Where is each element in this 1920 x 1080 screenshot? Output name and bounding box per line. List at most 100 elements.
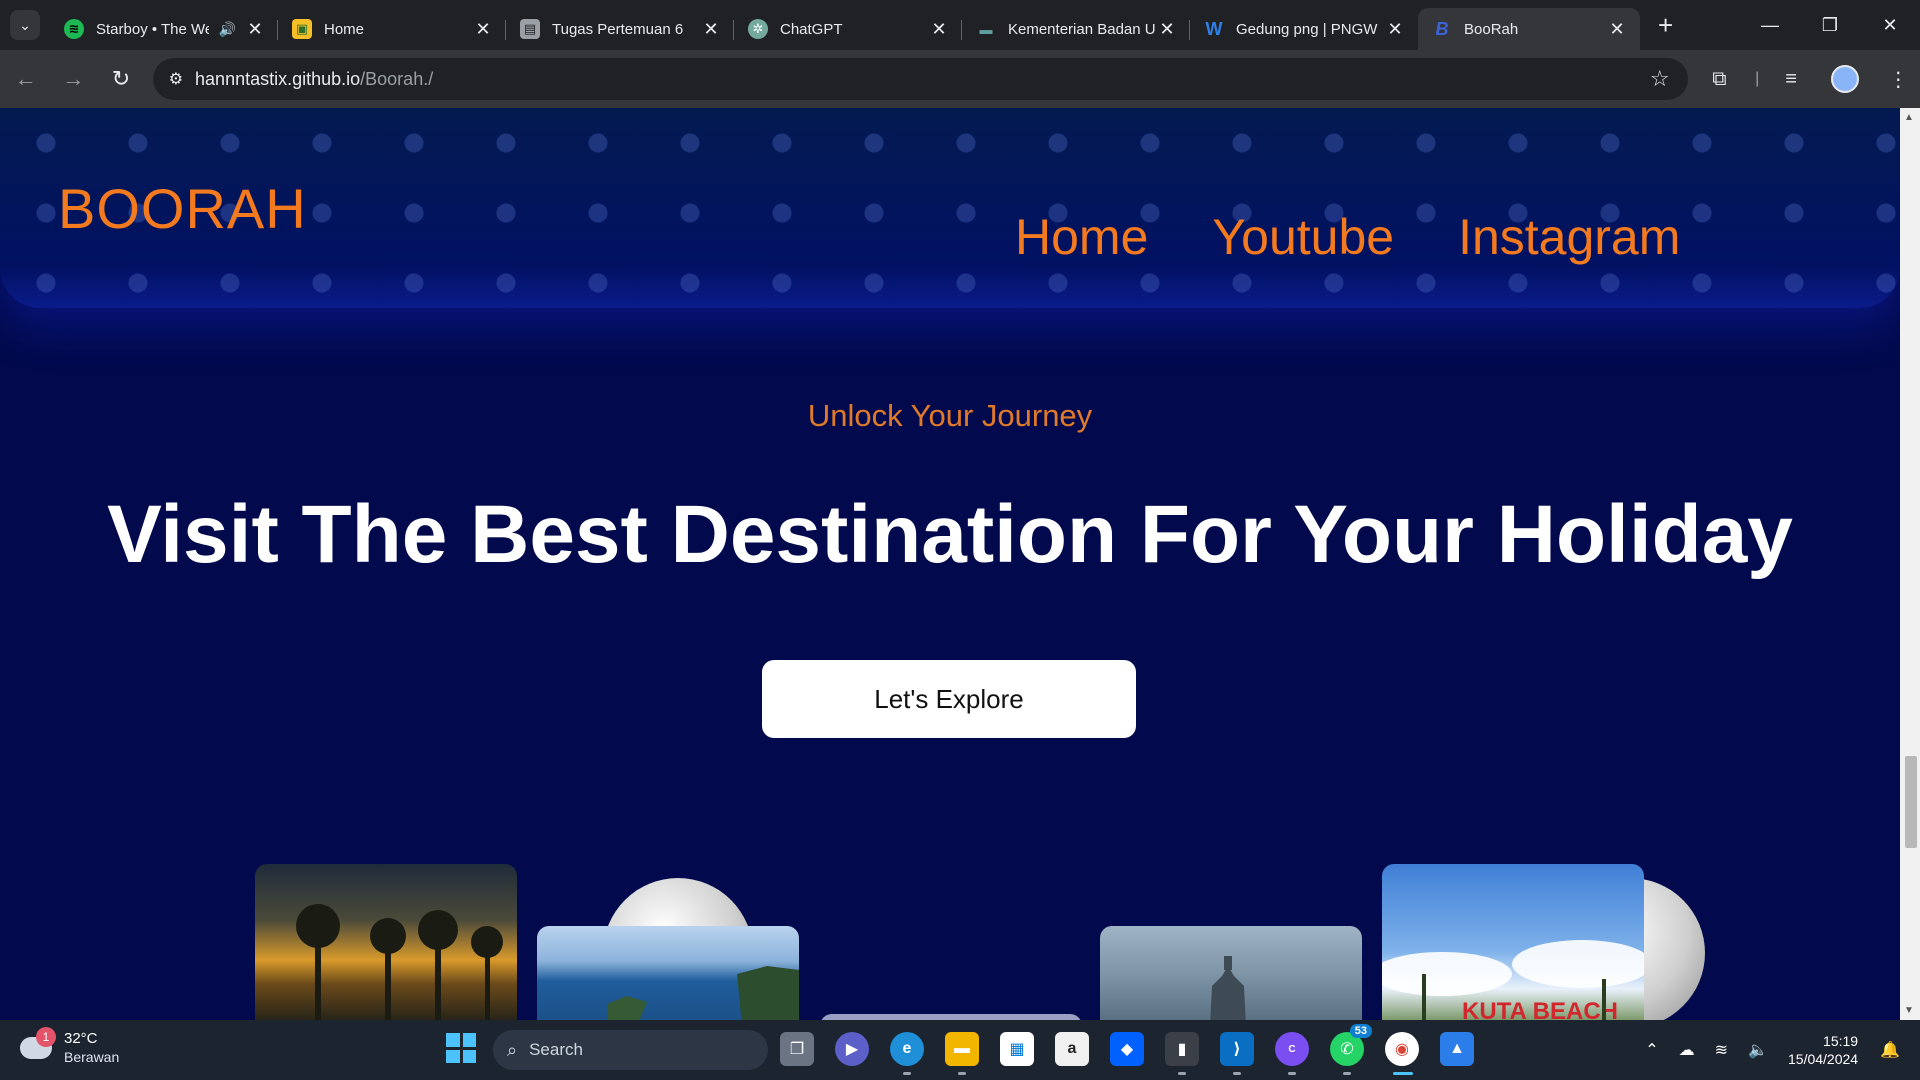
running-indicator	[958, 1072, 966, 1075]
boorah-icon: B	[1435, 18, 1449, 39]
back-icon[interactable]: ←	[4, 57, 48, 101]
nav-home[interactable]: Home	[1015, 208, 1148, 266]
weather-widget[interactable]: 1 32°C Berawan	[20, 1027, 119, 1066]
site-icon: ▬	[979, 21, 993, 37]
menu-kebab-icon[interactable]: ⋮	[1876, 57, 1920, 101]
close-icon[interactable]: ✕	[1608, 19, 1626, 40]
statue-image	[1210, 956, 1246, 1020]
search-icon: ⌕	[507, 1039, 518, 1060]
start-button[interactable]	[446, 1033, 476, 1063]
tab-pngwing[interactable]: W Gedung png | PNGW ✕	[1190, 8, 1418, 50]
destination-card-statue[interactable]	[1100, 926, 1362, 1020]
vscode-icon[interactable]: ⟩	[1220, 1032, 1254, 1066]
running-indicator	[1233, 1072, 1241, 1075]
page-scrollbar[interactable]: ▲ ▼	[1900, 108, 1920, 1020]
notification-bell-icon[interactable]: 🔔	[1880, 1040, 1900, 1060]
clock[interactable]: 15:19 15/04/2024	[1788, 1032, 1858, 1068]
onedrive-icon[interactable]: ☁	[1679, 1040, 1695, 1060]
close-icon[interactable]: ✕	[246, 19, 264, 40]
site-header: BOORAH Home Youtube Instagram	[0, 108, 1900, 308]
page-viewport: BOORAH Home Youtube Instagram Unlock You…	[0, 108, 1900, 1020]
wifi-icon[interactable]: ≋	[1715, 1040, 1728, 1060]
running-indicator	[1178, 1072, 1186, 1075]
tab-boorah[interactable]: B BooRah ✕	[1418, 8, 1640, 50]
brand-logo[interactable]: BOORAH	[58, 176, 307, 241]
tab-title: Home	[324, 20, 365, 38]
svg-text:KUTA BEACH: KUTA BEACH	[1462, 998, 1618, 1020]
main-nav: Home Youtube Instagram	[1015, 208, 1744, 266]
tab-search-button[interactable]: ⌄	[10, 10, 40, 40]
new-tab-button[interactable]: +	[1658, 10, 1673, 41]
url-path: /Boorah./	[360, 68, 434, 89]
close-icon[interactable]: ✕	[1386, 19, 1404, 40]
edge-icon[interactable]: e	[890, 1032, 924, 1066]
tab-chatgpt[interactable]: ✲ ChatGPT ✕	[734, 8, 962, 50]
active-indicator	[1393, 1072, 1413, 1075]
hero-title: Visit The Best Destination For Your Holi…	[107, 489, 1793, 580]
whatsapp-badge: 53	[1349, 1024, 1372, 1038]
clock-date: 15/04/2024	[1788, 1051, 1859, 1067]
chrome-icon[interactable]: ◉	[1385, 1032, 1419, 1066]
windows-taskbar: 1 32°C Berawan ⌕ Search ❐ ▶ e ▬ ▦ a ◆ ▮ …	[0, 1020, 1920, 1080]
scroll-up-arrow-icon[interactable]: ▲	[1904, 112, 1914, 123]
classroom-icon: ▣	[292, 19, 312, 39]
url-host: hannntastix.github.io	[195, 68, 361, 89]
tab-tugas[interactable]: ▤ Tugas Pertemuan 6 ✕	[506, 8, 734, 50]
canva-icon[interactable]: C	[1275, 1032, 1309, 1066]
cliff-image	[607, 966, 799, 1020]
close-icon[interactable]: ✕	[930, 19, 948, 40]
task-view-icon[interactable]: ❐	[780, 1032, 814, 1066]
close-icon[interactable]: ✕	[702, 19, 720, 40]
minimize-icon[interactable]: —	[1740, 0, 1800, 50]
taskbar-search[interactable]: ⌕ Search	[493, 1030, 768, 1070]
hero-kicker: Unlock Your Journey	[807, 398, 1093, 433]
ms-store-icon[interactable]: ▦	[1000, 1032, 1034, 1066]
restore-icon[interactable]: ❐	[1800, 0, 1860, 50]
whatsapp-icon[interactable]: ✆ 53	[1330, 1024, 1372, 1066]
photos-icon[interactable]: ▲	[1440, 1032, 1474, 1066]
nav-instagram[interactable]: Instagram	[1458, 208, 1680, 266]
media-control-icon[interactable]: ≡	[1769, 57, 1813, 101]
beach-sign-image: KUTA BEACH	[1382, 940, 1644, 1020]
tab-home[interactable]: ▣ Home ✕	[278, 8, 506, 50]
tab-title: BooRah	[1464, 20, 1519, 38]
teams-icon[interactable]: ▶	[835, 1032, 869, 1066]
running-indicator	[1343, 1072, 1351, 1075]
bookmark-star-icon[interactable]: ☆	[1650, 66, 1670, 92]
reload-icon[interactable]: ↻	[99, 57, 143, 101]
explore-button[interactable]: Let's Explore	[762, 660, 1136, 738]
url-bar[interactable]: ⚙ hannntastix.github.io /Boorah./ ☆	[152, 58, 1688, 100]
volume-icon[interactable]: 🔈	[1748, 1040, 1768, 1060]
tab-title: Kementerian Badan U	[1008, 20, 1156, 38]
amazon-icon[interactable]: a	[1055, 1032, 1089, 1066]
close-icon[interactable]: ✕	[1158, 19, 1176, 40]
chatgpt-icon: ✲	[748, 19, 768, 39]
close-icon[interactable]: ✕	[474, 19, 492, 40]
scroll-down-arrow-icon[interactable]: ▼	[1904, 1005, 1914, 1016]
mouse-app-icon[interactable]: ▮	[1165, 1032, 1199, 1066]
dropbox-icon[interactable]: ◆	[1110, 1032, 1144, 1066]
close-window-icon[interactable]: ✕	[1860, 0, 1920, 50]
tab-spotify[interactable]: ≋ Starboy • The We 🔊 ✕	[50, 8, 278, 50]
tab-title: Starboy • The We	[96, 20, 209, 38]
nav-youtube[interactable]: Youtube	[1212, 208, 1394, 266]
browser-tabbar: ⌄ ≋ Starboy • The We 🔊 ✕ ▣ Home ✕ ▤ Tuga…	[0, 0, 1920, 50]
address-toolbar: ← → ↻ ⚙ hannntastix.github.io /Boorah./ …	[0, 50, 1920, 108]
destination-card-sunset[interactable]	[255, 864, 517, 1020]
extensions-icon[interactable]: ⧉	[1698, 57, 1742, 101]
destination-card-cliff[interactable]	[537, 926, 799, 1020]
speaker-icon[interactable]: 🔊	[219, 21, 236, 38]
toolbar-divider: |	[1755, 70, 1760, 87]
profile-avatar[interactable]	[1823, 57, 1867, 101]
spotify-icon: ≋	[64, 19, 84, 39]
scrollbar-thumb[interactable]	[1905, 756, 1917, 848]
file-explorer-icon[interactable]: ▬	[945, 1032, 979, 1066]
tab-kementerian[interactable]: ▬ Kementerian Badan U ✕	[962, 8, 1190, 50]
destination-card-beach[interactable]: KUTA BEACH	[1382, 864, 1644, 1020]
cloud-icon: 1	[20, 1027, 56, 1059]
clock-time: 15:19	[1823, 1033, 1859, 1049]
forward-icon[interactable]: →	[52, 57, 96, 101]
site-info-icon[interactable]: ⚙	[169, 69, 183, 89]
window-controls: — ❐ ✕	[1740, 0, 1920, 50]
chevron-up-icon[interactable]: ⌃	[1645, 1040, 1658, 1060]
